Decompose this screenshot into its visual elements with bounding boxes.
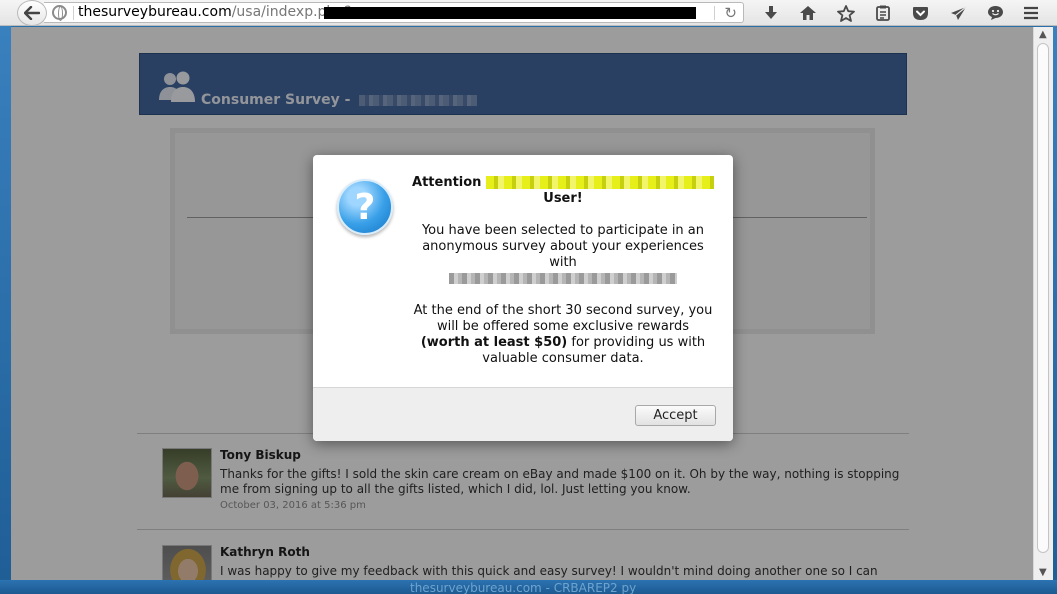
taskbar: thesurveybureau.com - CRBAREP2 py [0,580,1057,594]
star-icon [836,4,855,22]
dialog-footer: Accept [313,387,733,441]
reward-amount: (worth at least $50) [420,335,568,350]
pocket-icon [913,6,929,20]
home-icon [800,6,817,20]
scroll-thumb[interactable] [1037,43,1049,553]
download-button[interactable] [752,2,790,24]
url-text[interactable]: thesurveybureau.com/usa/indexp.php? [78,4,352,20]
dialog-heading: Attention User! [411,175,715,207]
paper-plane-icon [950,6,967,20]
home-button[interactable] [790,2,828,24]
reload-icon[interactable]: ↻ [724,4,737,22]
chat-smiley-icon [988,6,1004,20]
dialog-text-2-start: At the end of the short 30 second survey… [413,303,713,334]
send-button[interactable] [940,2,978,24]
bookmark-button[interactable] [827,2,865,24]
attention-label: Attention [412,175,482,190]
dialog-text-1: You have been selected to participate in… [421,223,705,270]
back-button[interactable] [17,0,47,26]
hamburger-menu-icon [1024,6,1038,20]
blurred-service-name [449,273,677,284]
browser-toolbar: thesurveybureau.com/usa/indexp.php? ↻ [0,0,1057,26]
window-frame-left [0,0,11,594]
url-separator [73,6,74,20]
dialog-body: Attention User! You have been selected t… [411,175,715,367]
chat-button[interactable] [977,2,1015,24]
dialog-paragraph-1: You have been selected to participate in… [411,223,715,287]
toolbar-icons [752,2,1015,24]
scroll-down-icon[interactable]: ▼ [1039,567,1047,578]
back-arrow-icon [24,6,40,20]
dialog-paragraph-2: At the end of the short 30 second survey… [411,303,715,367]
download-icon [764,6,777,19]
question-icon: ? [337,179,393,235]
window-frame-right [1053,0,1057,594]
reading-list-button[interactable] [865,2,903,24]
reading-list-icon [876,5,891,21]
url-domain: thesurveybureau.com [78,4,232,20]
vertical-scrollbar[interactable]: ▲ ▼ [1033,27,1053,580]
pocket-button[interactable] [902,2,940,24]
accept-button[interactable]: Accept [635,405,716,426]
scroll-up-icon[interactable]: ▲ [1039,29,1047,40]
globe-icon [52,5,67,21]
url-bar[interactable]: thesurveybureau.com/usa/indexp.php? ↻ [44,2,744,23]
menu-button[interactable] [1017,2,1045,24]
reload-separator [714,6,715,20]
user-label: User! [543,191,583,206]
highlighted-provider [485,176,714,189]
taskbar-title: thesurveybureau.com - CRBAREP2 py [410,581,637,594]
survey-dialog: ? Attention User! You have been selected… [313,155,733,441]
redacted-url [324,7,696,19]
